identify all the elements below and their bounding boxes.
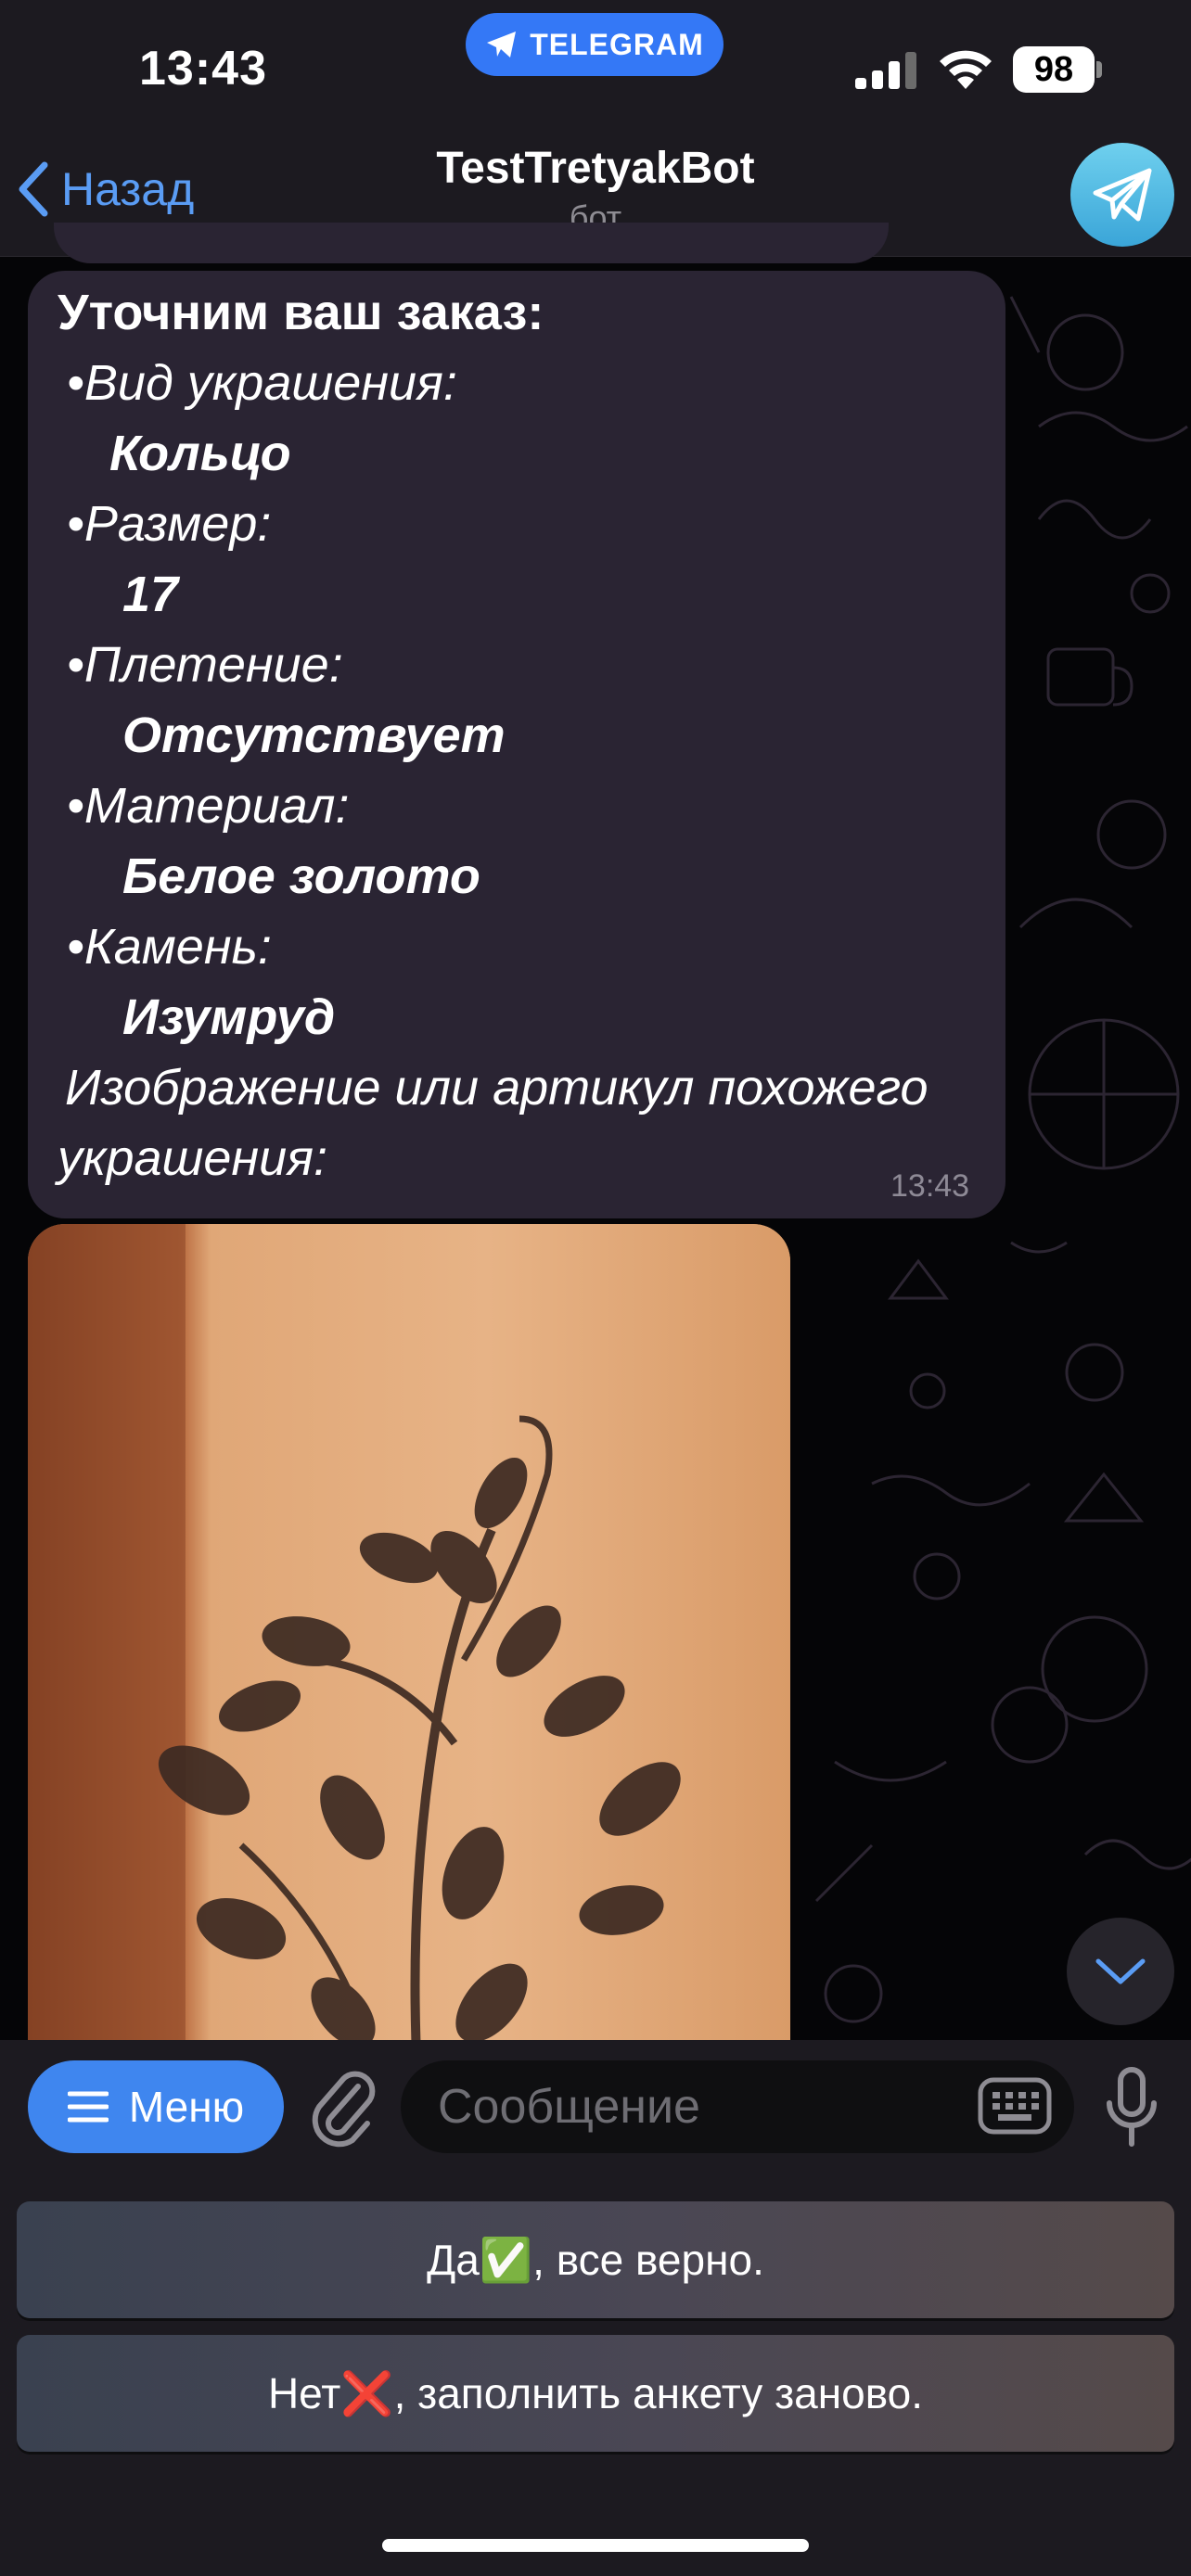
order-item-label: •Плетение: [67,637,343,693]
battery-tip [1096,61,1102,78]
message-time: 13:43 [890,1168,970,1204]
order-item-value: Белое золото [122,848,480,904]
scroll-down-button[interactable] [1067,1918,1174,2025]
paper-plane-icon [1093,168,1152,222]
menu-button[interactable]: Меню [28,2060,284,2153]
previous-message-bubble [54,223,889,263]
home-indicator [382,2539,809,2552]
paperclip-icon[interactable] [310,2064,377,2148]
signal-icon [855,52,916,89]
confirm-no-button[interactable]: Нет❌, заполнить анкету заново. [17,2335,1174,2452]
message-input[interactable] [401,2060,1074,2153]
keyboard-icon[interactable] [978,2077,1052,2135]
order-item-label: •Камень: [67,919,272,975]
telegram-pill-label: TELEGRAM [530,27,704,61]
plant-shadow-image [28,1224,790,2077]
message-bubble[interactable]: Уточним ваш заказ: •Вид украшения: Кольц… [28,271,1005,1218]
order-item-value: Изумруд [122,989,336,1045]
order-item-label: •Материал: [67,778,350,834]
bot-avatar[interactable] [1070,143,1174,247]
order-item-value: Кольцо [109,426,291,481]
order-item-label: •Вид украшения: [67,355,457,411]
order-item-value: Отсутствует [122,708,506,763]
message-footer: украшения: [58,1130,328,1186]
order-item-value: 17 [122,567,179,622]
battery-indicator: 98 [1013,46,1095,93]
telegram-pill[interactable]: TELEGRAM [466,13,724,76]
chevron-down-icon [1095,1958,1146,1984]
message-footer: Изображение или артикул похожего [65,1060,928,1116]
menu-label: Меню [128,2083,245,2131]
confirm-yes-button[interactable]: Да✅, все верно. [17,2201,1174,2318]
message-photo[interactable] [28,1224,790,2077]
message-heading: Уточним ваш заказ: [58,285,544,340]
telegram-icon [487,32,517,57]
order-item-label: •Размер: [67,496,272,552]
hamburger-icon [67,2091,109,2123]
chat-title[interactable]: TestTretyakBot [0,143,1191,194]
microphone-icon[interactable] [1104,2066,1159,2149]
clock: 13:43 [139,42,267,96]
wifi-icon [940,50,992,89]
